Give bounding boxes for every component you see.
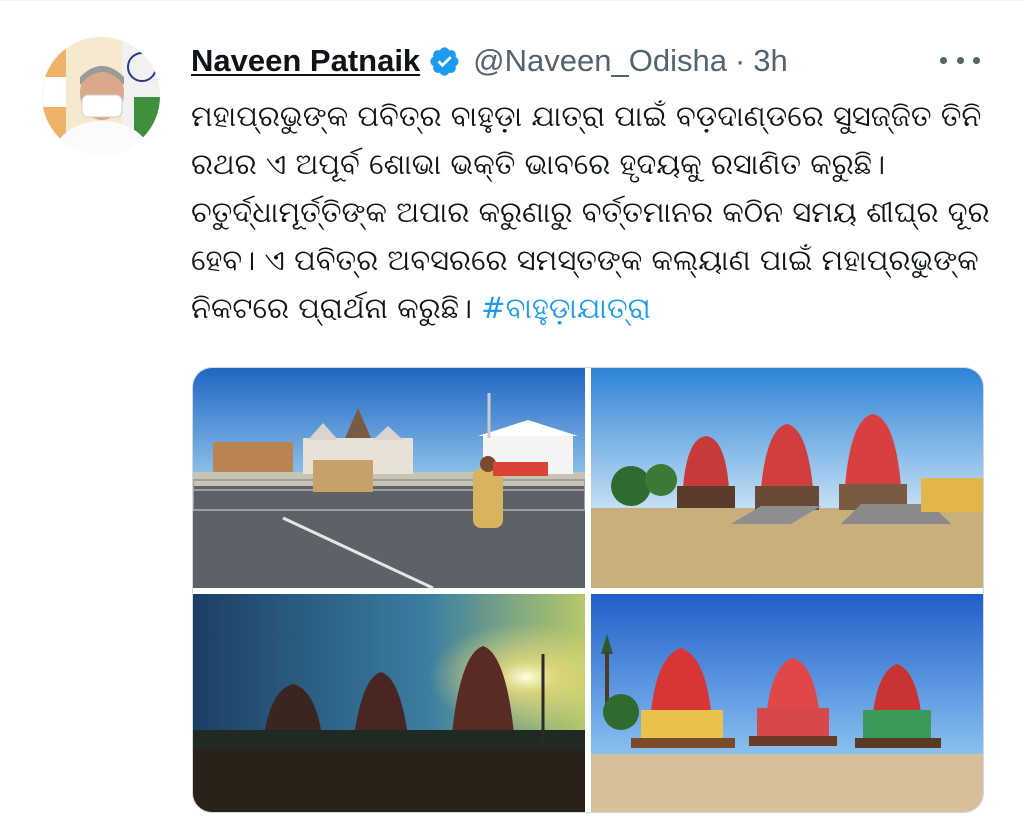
- top-divider: [0, 0, 1024, 1]
- photo-3[interactable]: [193, 594, 585, 812]
- photo-1[interactable]: [193, 368, 585, 588]
- more-options-icon[interactable]: [940, 52, 980, 68]
- avatar-image: [42, 37, 160, 155]
- tweet-text-line: ମହାପ୍ରଭୁଙ୍କ ପବିତ୍ର ବାହୁଡ଼ା ଯାତ୍ରା ପାଇଁ ବ…: [191, 99, 982, 133]
- hashtag-link[interactable]: #ବାହୁଡ଼ାଯାତ୍ରା: [481, 291, 650, 325]
- photo-2[interactable]: [591, 368, 983, 588]
- author-handle[interactable]: @Naveen_Odisha: [473, 43, 727, 79]
- separator-dot: ·: [734, 43, 746, 78]
- tweet-timestamp[interactable]: 3h: [753, 43, 787, 79]
- tweet-text-line: ଚତୁର୍ଦ୍ଧାମୂର୍ତ୍ତିଙ୍କ ଅପାର କରୁଣାରୁ ବର୍ତ୍ତ…: [191, 195, 990, 229]
- tweet-text-line: ରଥର ଏ ଅପୂର୍ବ ଶୋଭା ଭକ୍ତି ଭାବରେ ହୃଦୟକୁ ରସା…: [191, 147, 886, 181]
- verified-badge-icon: [428, 45, 461, 78]
- media-grid: [192, 367, 984, 813]
- tweet-text: ମହାପ୍ରଭୁଙ୍କ ପବିତ୍ର ବାହୁଡ଼ା ଯାତ୍ରା ପାଇଁ ବ…: [191, 92, 991, 332]
- author-name[interactable]: Naveen Patnaik: [191, 43, 420, 79]
- tweet-text-last: ନିକଟରେ ପ୍ରାର୍ଥନା କରୁଛି।: [191, 291, 482, 325]
- avatar[interactable]: [42, 37, 160, 155]
- tweet-text-line: ହେବ। ଏ ପବିତ୍ର ଅବସରରେ ସମସ୍ତଙ୍କ କଲ୍ୟାଣ ପାଇ…: [191, 243, 979, 277]
- tweet-header: Naveen Patnaik @Naveen_Odisha · 3h: [191, 38, 788, 84]
- photo-4[interactable]: [591, 594, 983, 812]
- tweet-text-line-last: ନିକଟରେ ପ୍ରାର୍ଥନା କରୁଛି। #ବାହୁଡ଼ାଯାତ୍ରା: [191, 284, 991, 332]
